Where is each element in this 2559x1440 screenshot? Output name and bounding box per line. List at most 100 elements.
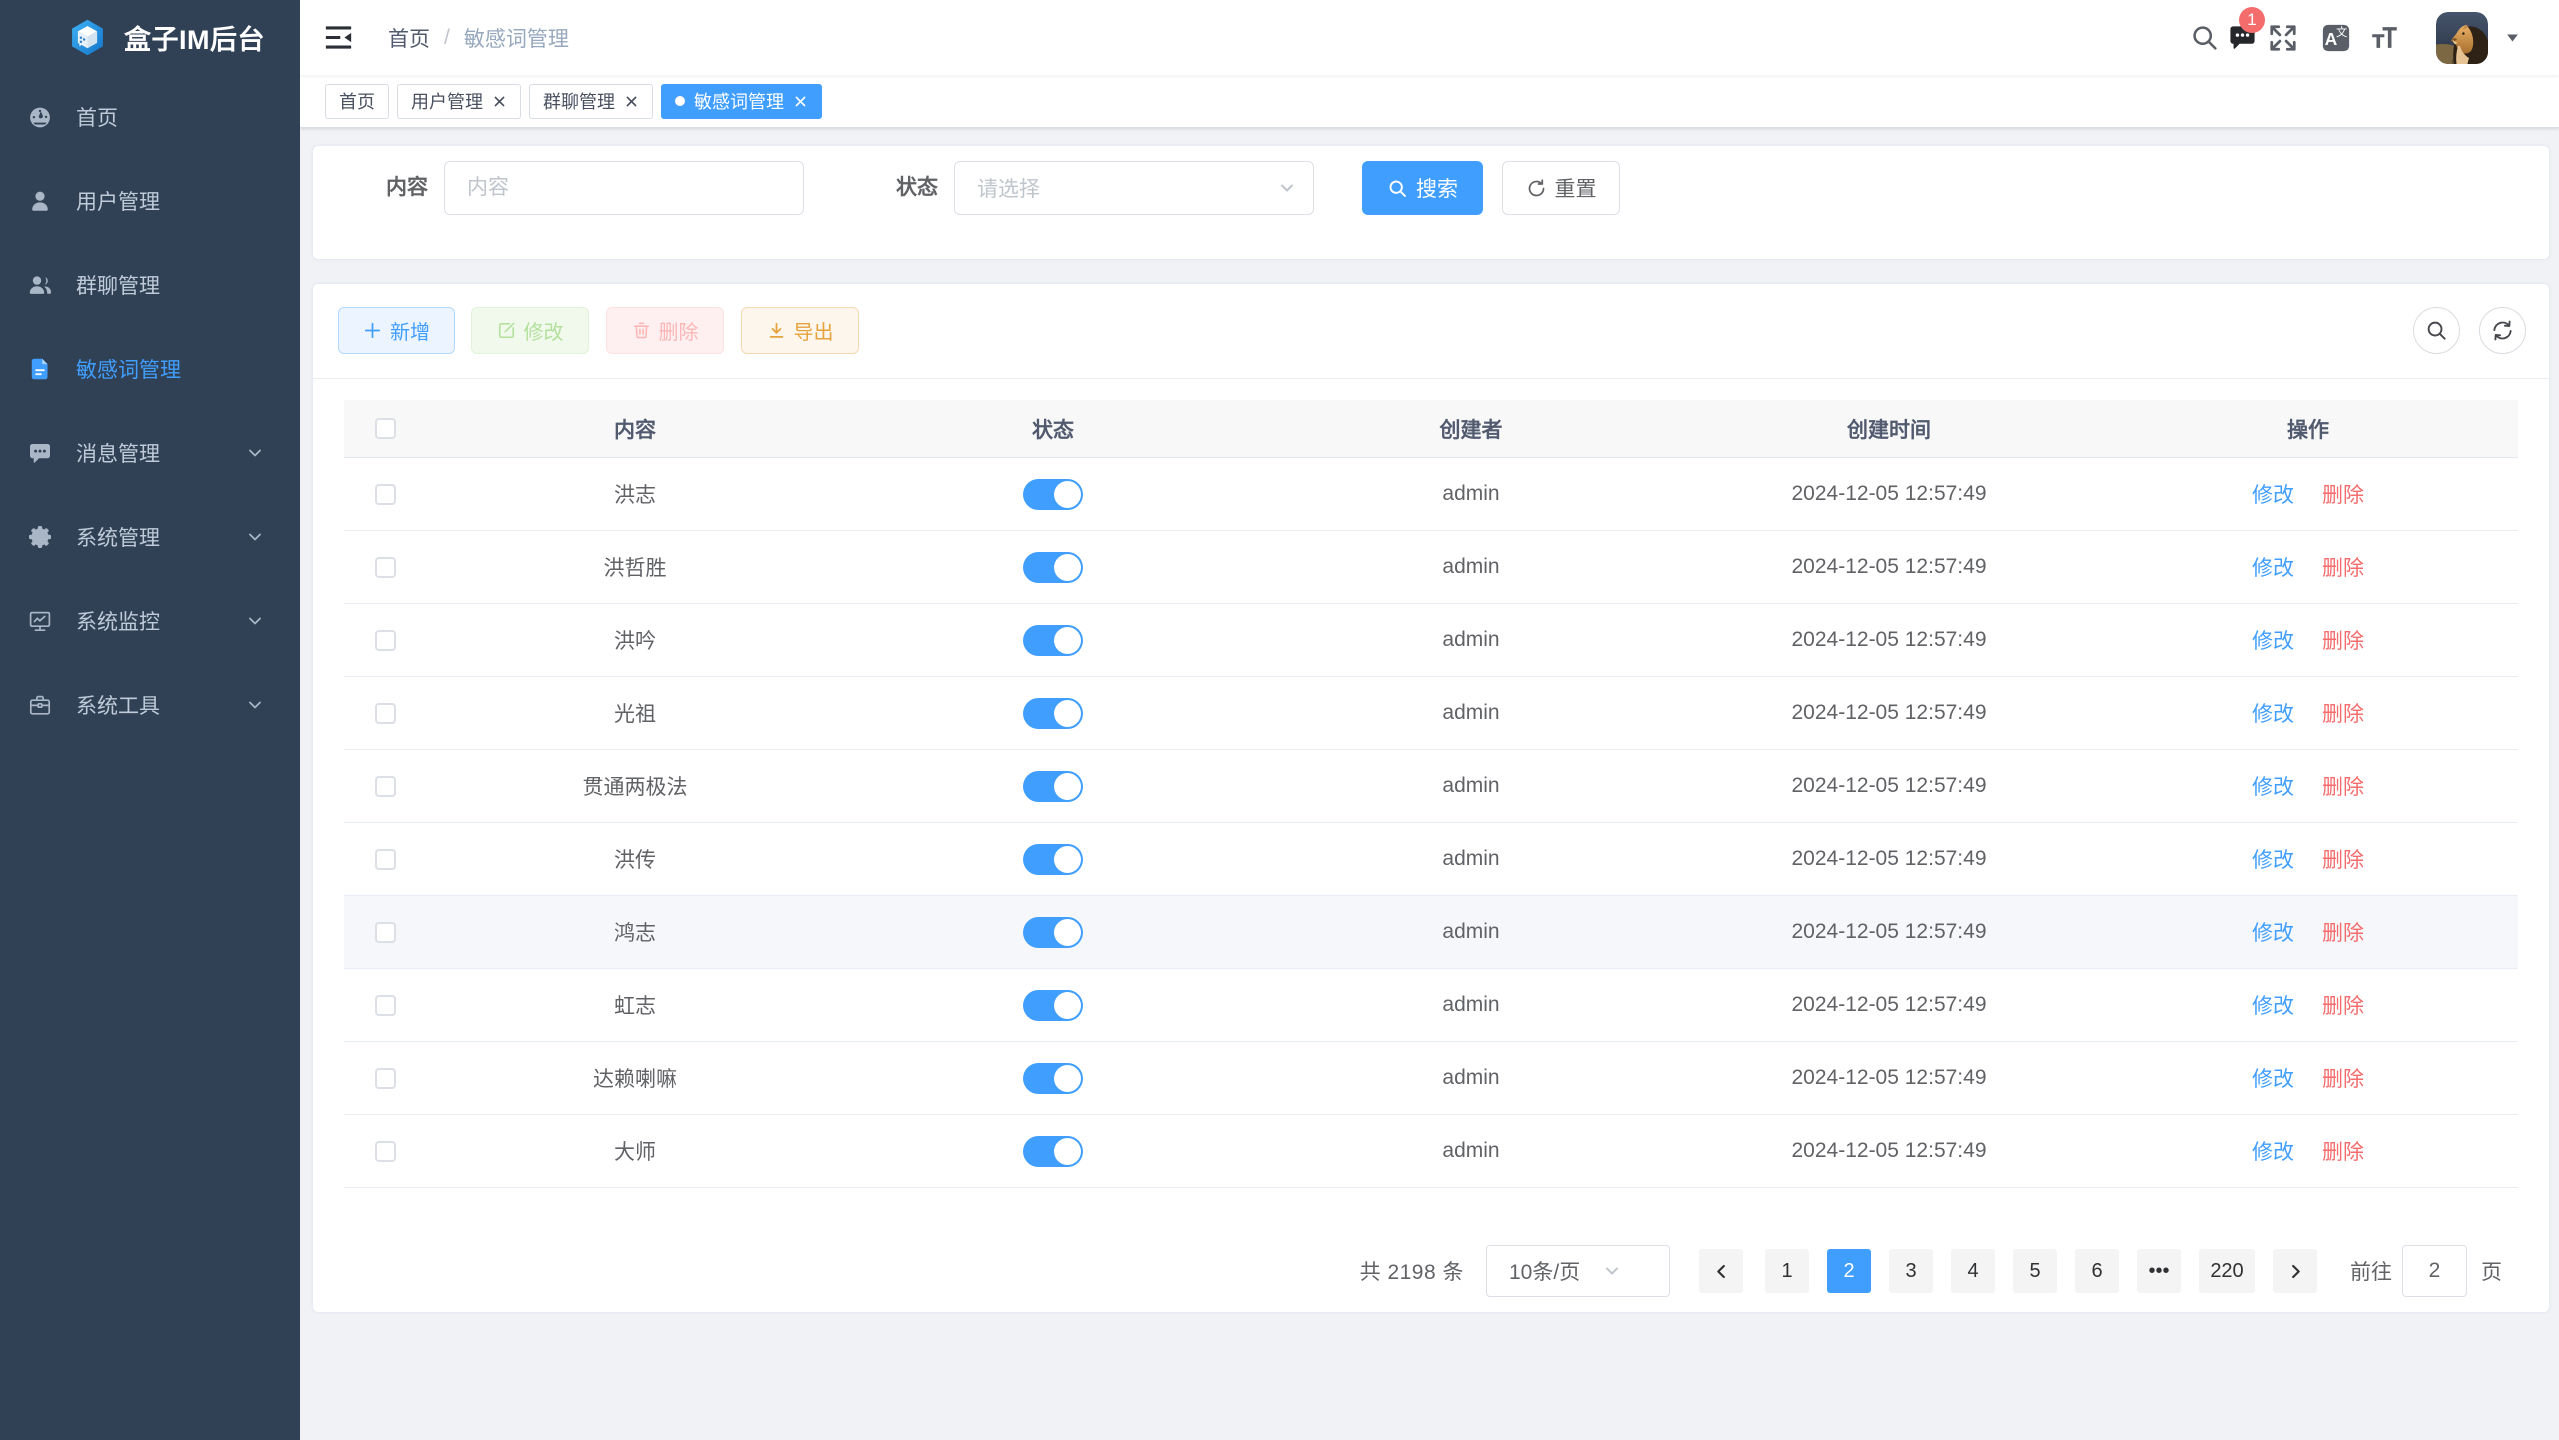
language-icon[interactable]: A 文 bbox=[2321, 0, 2351, 75]
row-checkbox[interactable] bbox=[375, 776, 396, 797]
svg-text:文: 文 bbox=[2336, 25, 2347, 39]
cell-word: 光祖 bbox=[426, 698, 844, 728]
row-edit-link[interactable]: 修改 bbox=[2252, 479, 2294, 509]
sidebar-item-home[interactable]: 首页 bbox=[0, 75, 300, 159]
status-toggle[interactable] bbox=[1023, 917, 1083, 948]
page-button[interactable]: 4 bbox=[1951, 1249, 1995, 1293]
row-checkbox[interactable] bbox=[375, 1141, 396, 1162]
chevron-down-icon bbox=[1580, 1261, 1655, 1281]
delete-button[interactable]: 删除 bbox=[606, 307, 724, 354]
row-edit-link[interactable]: 修改 bbox=[2252, 990, 2294, 1020]
status-toggle[interactable] bbox=[1023, 479, 1083, 510]
edit-button[interactable]: 修改 bbox=[471, 307, 589, 354]
sidebar-item-tools[interactable]: 系统工具 bbox=[0, 663, 300, 747]
fullscreen-icon[interactable] bbox=[2268, 0, 2298, 75]
table-row: 虹志 admin 2024-12-05 12:57:49 修改 删除 bbox=[344, 969, 2518, 1042]
search-button[interactable]: 搜索 bbox=[1362, 161, 1483, 215]
sidebar-item-users[interactable]: 用户管理 bbox=[0, 159, 300, 243]
message-notification-icon[interactable]: 1 bbox=[2228, 0, 2257, 75]
sidebar-item-system[interactable]: 系统管理 bbox=[0, 495, 300, 579]
tag-group-management[interactable]: 群聊管理 bbox=[529, 84, 653, 119]
row-delete-link[interactable]: 删除 bbox=[2322, 1063, 2364, 1093]
row-delete-link[interactable]: 删除 bbox=[2322, 698, 2364, 728]
logo[interactable]: 盒子IM后台 bbox=[0, 0, 300, 75]
page-button-active[interactable]: 2 bbox=[1827, 1249, 1871, 1293]
reset-button[interactable]: 重置 bbox=[1502, 161, 1620, 215]
row-delete-link[interactable]: 删除 bbox=[2322, 771, 2364, 801]
page-button-last[interactable]: 220 bbox=[2199, 1249, 2255, 1293]
table-row: 洪哲胜 admin 2024-12-05 12:57:49 修改 删除 bbox=[344, 531, 2518, 604]
navbar: 首页 / 敏感词管理 1 bbox=[300, 0, 2559, 75]
row-delete-link[interactable]: 删除 bbox=[2322, 990, 2364, 1020]
add-button[interactable]: 新增 bbox=[338, 307, 455, 354]
row-edit-link[interactable]: 修改 bbox=[2252, 625, 2294, 655]
page-button[interactable]: 3 bbox=[1889, 1249, 1933, 1293]
status-toggle[interactable] bbox=[1023, 990, 1083, 1021]
next-page-button[interactable] bbox=[2273, 1249, 2317, 1293]
row-checkbox[interactable] bbox=[375, 922, 396, 943]
font-size-icon[interactable] bbox=[2369, 0, 2400, 75]
page-button[interactable]: 1 bbox=[1765, 1249, 1809, 1293]
row-edit-link[interactable]: 修改 bbox=[2252, 1063, 2294, 1093]
sidebar-item-label: 系统监控 bbox=[76, 606, 246, 636]
page-button[interactable]: 6 bbox=[2075, 1249, 2119, 1293]
row-delete-link[interactable]: 删除 bbox=[2322, 917, 2364, 947]
header-search-icon[interactable] bbox=[2190, 0, 2219, 75]
sidebar-item-messages[interactable]: 消息管理 bbox=[0, 411, 300, 495]
status-toggle[interactable] bbox=[1023, 771, 1083, 802]
row-checkbox[interactable] bbox=[375, 995, 396, 1016]
cell-creator: admin bbox=[1262, 847, 1680, 871]
close-icon[interactable] bbox=[792, 93, 808, 109]
close-icon[interactable] bbox=[491, 93, 507, 109]
status-toggle[interactable] bbox=[1023, 698, 1083, 729]
row-delete-link[interactable]: 删除 bbox=[2322, 552, 2364, 582]
tag-user-management[interactable]: 用户管理 bbox=[397, 84, 521, 119]
row-checkbox[interactable] bbox=[375, 557, 396, 578]
row-edit-link[interactable]: 修改 bbox=[2252, 844, 2294, 874]
page-button[interactable]: 5 bbox=[2013, 1249, 2057, 1293]
navbar-actions: 1 A 文 bbox=[2190, 0, 2519, 75]
row-checkbox[interactable] bbox=[375, 849, 396, 870]
close-icon[interactable] bbox=[623, 93, 639, 109]
hamburger-icon[interactable] bbox=[300, 0, 377, 75]
status-select[interactable]: 请选择 bbox=[954, 161, 1314, 215]
goto-page-input[interactable] bbox=[2402, 1245, 2467, 1297]
row-edit-link[interactable]: 修改 bbox=[2252, 552, 2294, 582]
row-edit-link[interactable]: 修改 bbox=[2252, 698, 2294, 728]
row-checkbox[interactable] bbox=[375, 484, 396, 505]
export-button[interactable]: 导出 bbox=[741, 307, 859, 354]
row-delete-link[interactable]: 删除 bbox=[2322, 844, 2364, 874]
row-edit-link[interactable]: 修改 bbox=[2252, 1136, 2294, 1166]
sidebar-item-monitor[interactable]: 系统监控 bbox=[0, 579, 300, 663]
status-toggle[interactable] bbox=[1023, 625, 1083, 656]
show-search-button[interactable] bbox=[2413, 307, 2460, 354]
sidebar-item-groups[interactable]: 群聊管理 bbox=[0, 243, 300, 327]
more-pages-button[interactable]: ••• bbox=[2137, 1249, 2181, 1293]
status-toggle[interactable] bbox=[1023, 1063, 1083, 1094]
row-checkbox[interactable] bbox=[375, 703, 396, 724]
refresh-button[interactable] bbox=[2479, 307, 2526, 354]
prev-page-button[interactable] bbox=[1699, 1249, 1743, 1293]
tag-home[interactable]: 首页 bbox=[325, 84, 389, 119]
row-checkbox[interactable] bbox=[375, 1068, 396, 1089]
row-delete-link[interactable]: 删除 bbox=[2322, 1136, 2364, 1166]
row-checkbox[interactable] bbox=[375, 630, 396, 651]
user-menu[interactable] bbox=[2436, 12, 2519, 64]
sidebar-item-sensitive-words[interactable]: 敏感词管理 bbox=[0, 327, 300, 411]
content-input[interactable] bbox=[445, 176, 803, 200]
status-toggle[interactable] bbox=[1023, 844, 1083, 875]
breadcrumb-home[interactable]: 首页 bbox=[388, 23, 430, 53]
row-edit-link[interactable]: 修改 bbox=[2252, 917, 2294, 947]
page-size-select[interactable]: 10条/页 bbox=[1486, 1245, 1670, 1297]
status-toggle[interactable] bbox=[1023, 552, 1083, 583]
status-toggle[interactable] bbox=[1023, 1136, 1083, 1167]
table-row: 大师 admin 2024-12-05 12:57:49 修改 删除 bbox=[344, 1115, 2518, 1188]
content-label: 内容 bbox=[386, 161, 428, 215]
tag-sensitive-words[interactable]: 敏感词管理 bbox=[661, 84, 822, 119]
row-edit-link[interactable]: 修改 bbox=[2252, 771, 2294, 801]
status-label: 状态 bbox=[896, 161, 938, 215]
row-delete-link[interactable]: 删除 bbox=[2322, 479, 2364, 509]
row-delete-link[interactable]: 删除 bbox=[2322, 625, 2364, 655]
table-row: 光祖 admin 2024-12-05 12:57:49 修改 删除 bbox=[344, 677, 2518, 750]
select-all-checkbox[interactable] bbox=[375, 418, 396, 439]
